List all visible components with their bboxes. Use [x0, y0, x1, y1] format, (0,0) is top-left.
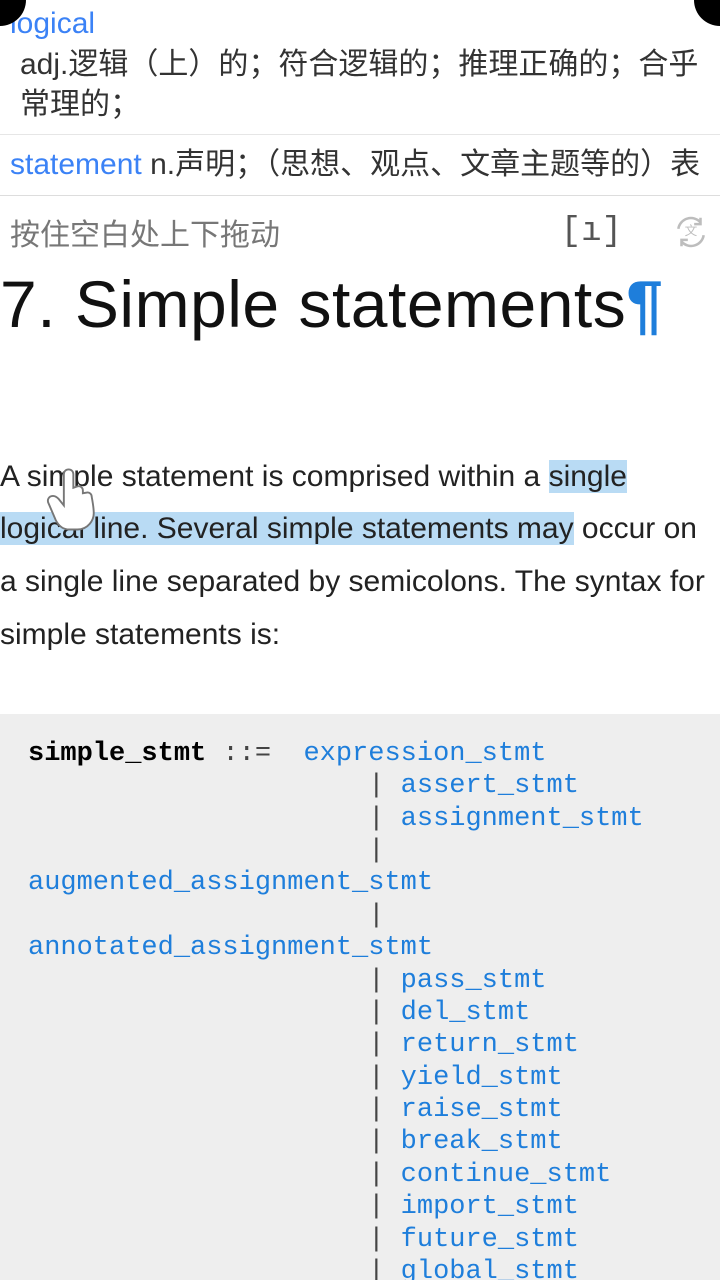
indent [28, 804, 368, 834]
pipe: | [368, 836, 384, 866]
pipe: | [368, 1127, 384, 1157]
indent [28, 1192, 368, 1222]
grammar-op: ::= [222, 739, 271, 769]
para-text: A simple statement is comprised within a [0, 460, 549, 493]
svg-text:文: 文 [685, 224, 698, 238]
translate-refresh-icon[interactable]: 文 [672, 213, 710, 251]
dict-definition: adj.逻辑（上）的；符合逻辑的；推理正确的；合乎常理的； [10, 45, 710, 126]
dictionary-panel: logical adj.逻辑（上）的；符合逻辑的；推理正确的；合乎常理的； st… [0, 0, 720, 196]
pipe: | [368, 1063, 384, 1093]
grammar-rule-link[interactable]: yield_stmt [401, 1063, 563, 1093]
intro-paragraph[interactable]: A simple statement is comprised within a… [0, 451, 720, 662]
indent [28, 1095, 368, 1125]
indent [28, 1225, 368, 1255]
indent [28, 966, 368, 996]
grammar-rule-link[interactable]: pass_stmt [401, 966, 547, 996]
grammar-rule-link[interactable]: assert_stmt [401, 771, 579, 801]
highlighted-text: ical [40, 512, 85, 545]
pipe: | [368, 901, 384, 931]
dict-definition: n.声明；（思想、观点、文章主题等的）表 [142, 148, 700, 181]
grammar-rule-link[interactable]: augmented_assignment_stmt [28, 868, 433, 898]
pipe: | [368, 771, 384, 801]
indent [28, 998, 368, 1028]
grammar-rule-link[interactable]: annotated_assignment_stmt [28, 933, 433, 963]
indent [28, 1257, 368, 1280]
pipe: | [368, 1257, 384, 1280]
bracket-icon[interactable]: [ı] [561, 213, 622, 251]
title-text: 7. Simple statements [0, 267, 626, 341]
drag-hint-bar: 按住空白处上下拖动 [ı] 文 [0, 196, 720, 260]
indent [28, 1127, 368, 1157]
indent [28, 1063, 368, 1093]
pipe: | [368, 998, 384, 1028]
grammar-rule-link[interactable]: assignment_stmt [401, 804, 644, 834]
grammar-rule-link[interactable]: break_stmt [401, 1127, 563, 1157]
dict-entry-statement[interactable]: statement n.声明；（思想、观点、文章主题等的）表 [0, 134, 720, 196]
indent [28, 1160, 368, 1190]
indent [28, 1030, 368, 1060]
pipe: | [368, 1160, 384, 1190]
dict-word: statement [10, 148, 142, 181]
highlighted-text: log [0, 512, 40, 545]
pipe: | [368, 804, 384, 834]
grammar-rule-link[interactable]: del_stmt [401, 998, 531, 1028]
grammar-rule-link[interactable]: continue_stmt [401, 1160, 612, 1190]
pipe: | [368, 1095, 384, 1125]
pipe: | [368, 1192, 384, 1222]
pipe: | [368, 1225, 384, 1255]
grammar-rule-link[interactable]: import_stmt [401, 1192, 579, 1222]
highlighted-text: single [549, 460, 627, 493]
indent [28, 836, 368, 866]
grammar-rule-link[interactable]: expression_stmt [303, 739, 546, 769]
dict-entry-logical[interactable]: logical adj.逻辑（上）的；符合逻辑的；推理正确的；合乎常理的； [0, 0, 720, 134]
pipe: | [368, 966, 384, 996]
indent [28, 901, 368, 931]
indent [28, 771, 368, 801]
grammar-rule-link[interactable]: return_stmt [401, 1030, 579, 1060]
page-title: 7. Simple statements¶ [0, 260, 720, 341]
grammar-rule-link[interactable]: raise_stmt [401, 1095, 563, 1125]
grammar-code-block[interactable]: simple_stmt ::= expression_stmt | assert… [0, 714, 720, 1280]
highlighted-text: line. Several simple statements may [85, 512, 574, 545]
pipe: | [368, 1030, 384, 1060]
grammar-rule-link[interactable]: future_stmt [401, 1225, 579, 1255]
drag-hint-text: 按住空白处上下拖动 [10, 210, 280, 254]
grammar-lhs: simple_stmt [28, 739, 206, 769]
headerlink-icon[interactable]: ¶ [626, 267, 663, 341]
grammar-rule-link[interactable]: global_stmt [401, 1257, 579, 1280]
